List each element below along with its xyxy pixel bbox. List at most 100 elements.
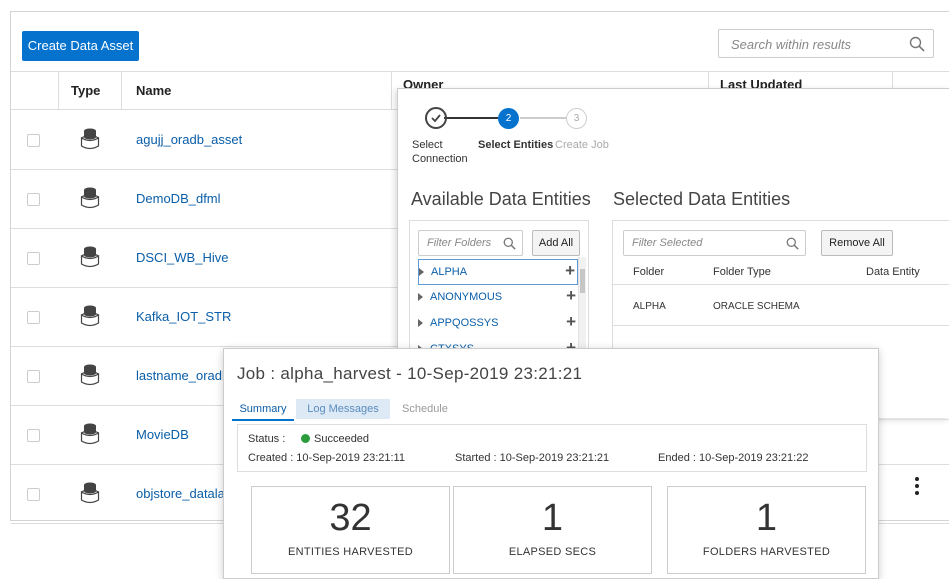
filter-selected-placeholder: Filter Selected xyxy=(632,237,703,249)
database-icon xyxy=(80,364,100,386)
job-title: Job : alpha_harvest - 10-Sep-2019 23:21:… xyxy=(237,364,583,383)
row-checkbox[interactable] xyxy=(27,252,40,265)
remove-all-button[interactable]: Remove All xyxy=(821,230,893,256)
step-connector xyxy=(520,117,566,119)
row-checkbox[interactable] xyxy=(27,370,40,383)
stat-label: ENTITIES HARVESTED xyxy=(288,546,413,558)
job-info-panel: Status : Succeeded Created : 10-Sep-2019… xyxy=(237,424,867,472)
asset-name-link[interactable]: DemoDB_dfml xyxy=(136,191,221,206)
tab-schedule[interactable]: Schedule xyxy=(402,399,448,419)
step-label-text: Select Entities xyxy=(478,139,554,151)
row-divider xyxy=(613,325,949,326)
available-entities-list: Filter Folders Add All ALPHA + ANONYMOUS + A… xyxy=(409,220,589,360)
scrollbar-thumb[interactable] xyxy=(580,269,585,293)
stat-card-entities-harvested: 32 ENTITIES HARVESTED xyxy=(251,486,450,574)
filter-selected-input[interactable]: Filter Selected xyxy=(623,230,806,256)
asset-name-link[interactable]: DSCI_WB_Hive xyxy=(136,250,228,265)
started-timestamp: Started : 10-Sep-2019 23:21:21 xyxy=(455,452,610,464)
selected-row-folder-type: ORACLE SCHEMA xyxy=(713,301,800,312)
add-plus-icon[interactable]: + xyxy=(566,312,576,332)
column-separator xyxy=(121,72,122,109)
search-icon xyxy=(503,237,516,250)
search-input[interactable]: Search within results xyxy=(718,29,934,58)
database-icon xyxy=(80,246,100,268)
row-checkbox[interactable] xyxy=(27,311,40,324)
column-header-folder[interactable]: Folder xyxy=(633,266,664,278)
stat-value: 1 xyxy=(755,497,778,539)
asset-name-link[interactable]: objstore_datalak xyxy=(136,486,231,501)
created-timestamp: Created : 10-Sep-2019 23:21:11 xyxy=(248,452,405,464)
job-details-dialog: Job : alpha_harvest - 10-Sep-2019 23:21:… xyxy=(223,348,879,579)
folder-list-item[interactable]: APPQOSSYS + xyxy=(418,311,578,337)
search-icon xyxy=(786,237,799,250)
tab-summary[interactable]: Summary xyxy=(232,399,294,421)
active-tab-underline xyxy=(232,419,294,421)
step-number: 2 xyxy=(505,113,512,124)
asset-name-link[interactable]: agujj_oradb_asset xyxy=(136,132,242,147)
row-actions-icon[interactable] xyxy=(914,475,920,499)
row-checkbox[interactable] xyxy=(27,429,40,442)
ended-timestamp: Ended : 10-Sep-2019 23:21:22 xyxy=(658,452,809,464)
tab-label: Log Messages xyxy=(307,403,379,415)
header-divider xyxy=(613,284,949,285)
add-plus-icon[interactable]: + xyxy=(565,261,575,281)
column-header-folder-type[interactable]: Folder Type xyxy=(713,266,771,278)
status-value: Succeeded xyxy=(314,433,370,445)
database-icon xyxy=(80,305,100,327)
column-header-data-entity[interactable]: Data Entity xyxy=(866,266,920,278)
expand-triangle-icon[interactable] xyxy=(419,268,424,276)
filter-folders-placeholder: Filter Folders xyxy=(427,237,492,249)
step-label-select-connection[interactable]: Select Connection xyxy=(412,138,468,166)
step-pending-indicator: 3 xyxy=(566,108,587,129)
row-checkbox[interactable] xyxy=(27,134,40,147)
expand-triangle-icon[interactable] xyxy=(418,293,423,301)
status-success-icon xyxy=(301,434,310,443)
tab-log-messages[interactable]: Log Messages xyxy=(296,399,390,419)
asset-name-link[interactable]: lastname_oradb_ xyxy=(136,368,236,383)
folder-name: ALPHA xyxy=(431,266,468,278)
database-icon xyxy=(80,128,100,150)
status-label: Status : xyxy=(248,433,286,445)
stat-card-folders-harvested: 1 FOLDERS HARVESTED xyxy=(667,486,866,574)
selected-entities-heading: Selected Data Entities xyxy=(613,189,791,209)
tab-label: Summary xyxy=(239,403,287,415)
column-separator xyxy=(58,72,59,109)
stat-label: FOLDERS HARVESTED xyxy=(702,546,831,558)
folder-name: ANONYMOUS xyxy=(430,291,503,303)
stat-value: 1 xyxy=(541,497,564,539)
step-done-icon xyxy=(425,107,447,129)
available-entities-heading: Available Data Entities xyxy=(411,189,591,209)
database-icon xyxy=(80,482,100,504)
create-data-asset-button[interactable]: Create Data Asset xyxy=(22,31,139,61)
filter-folders-input[interactable]: Filter Folders xyxy=(418,230,523,256)
expand-triangle-icon[interactable] xyxy=(418,319,423,327)
stat-card-elapsed-secs: 1 ELAPSED SECS xyxy=(453,486,652,574)
asset-name-link[interactable]: Kafka_IOT_STR xyxy=(136,309,231,324)
step-label-text: Create Job xyxy=(555,139,609,151)
selected-row-folder: ALPHA xyxy=(633,301,666,312)
step-connector xyxy=(444,117,498,119)
add-plus-icon[interactable]: + xyxy=(566,286,576,306)
step-label-select-entities[interactable]: Select Entities xyxy=(478,138,553,152)
row-checkbox[interactable] xyxy=(27,193,40,206)
search-icon[interactable] xyxy=(909,36,925,52)
column-header-name[interactable]: Name xyxy=(136,72,171,109)
column-header-type[interactable]: Type xyxy=(71,72,100,109)
folder-list-item[interactable]: ANONYMOUS + xyxy=(418,285,578,311)
row-checkbox[interactable] xyxy=(27,488,40,501)
step-label-create-job: Create Job xyxy=(555,138,609,152)
tab-label: Schedule xyxy=(402,403,448,415)
stat-label: ELAPSED SECS xyxy=(508,546,597,558)
database-icon xyxy=(80,423,100,445)
step-active-indicator: 2 xyxy=(498,108,519,129)
asset-name-link[interactable]: MovieDB xyxy=(136,427,189,442)
folder-list-scrollbar[interactable] xyxy=(578,257,586,360)
add-all-button[interactable]: Add All xyxy=(532,230,580,256)
folder-list-item[interactable]: ALPHA + xyxy=(418,259,578,285)
database-icon xyxy=(80,187,100,209)
column-separator xyxy=(391,72,392,109)
stat-value: 32 xyxy=(329,497,372,539)
search-placeholder: Search within results xyxy=(731,37,851,52)
step-number: 3 xyxy=(573,113,580,124)
step-label-text: Select Connection xyxy=(412,139,468,165)
